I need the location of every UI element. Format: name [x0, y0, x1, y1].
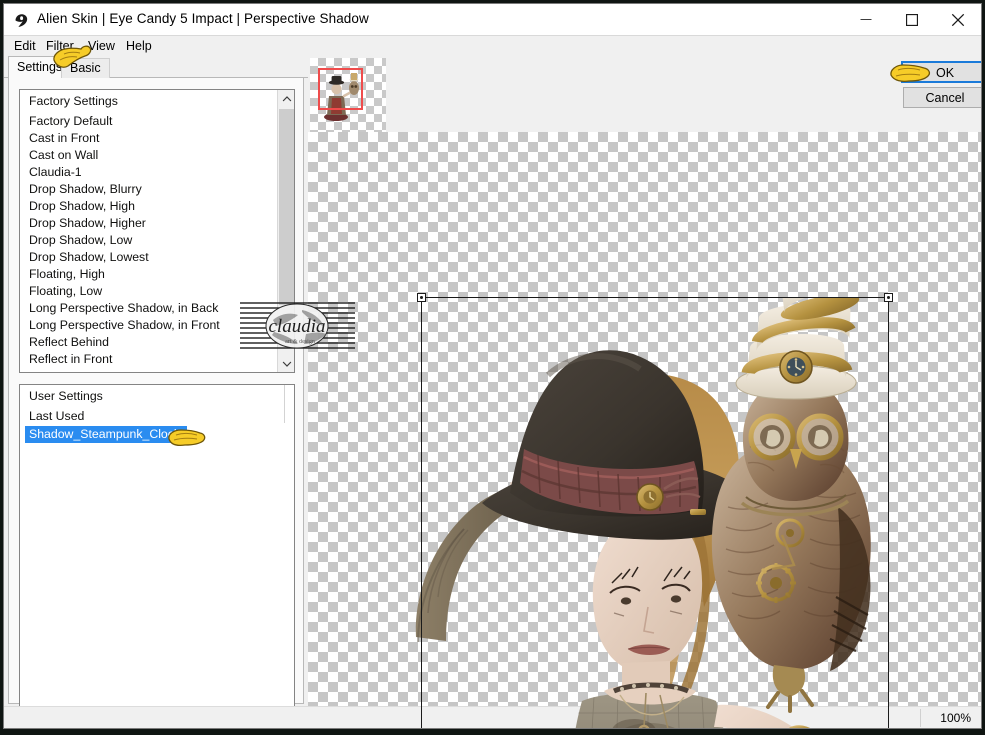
alien-skin-logo-icon [13, 12, 30, 29]
preview-canvas[interactable] [308, 132, 981, 728]
menu-item-edit[interactable]: Edit [10, 38, 40, 54]
list-item[interactable]: Factory Default [20, 113, 276, 130]
settings-panel: Settings Basic Factory Settings Factory … [4, 56, 308, 728]
close-button[interactable] [935, 4, 981, 35]
svg-text:art & design: art & design [285, 339, 315, 345]
tab-basic[interactable]: Basic [61, 58, 110, 78]
user-settings-list-items: User Settings Last Used Shadow_Steampunk… [20, 385, 284, 728]
list-item-selected[interactable]: Shadow_Steampunk_Cloclo [25, 426, 187, 443]
list-item[interactable]: Long Perspective Shadow, in Back [20, 300, 276, 317]
menu-bar: Edit Filter View Help [4, 36, 981, 56]
user-settings-list[interactable]: User Settings Last Used Shadow_Steampunk… [19, 384, 295, 728]
list-item[interactable]: Long Perspective Shadow, in Front [20, 317, 276, 334]
factory-settings-header: Factory Settings [29, 94, 118, 108]
list-item[interactable]: Drop Shadow, Low [20, 232, 276, 249]
user-list-divider [284, 385, 285, 423]
ok-button[interactable]: OK [901, 61, 981, 83]
scroll-down-arrow-icon[interactable] [278, 355, 294, 372]
tab-settings-label: Settings [17, 60, 63, 74]
list-item[interactable]: Drop Shadow, High [20, 198, 276, 215]
application-window: Alien Skin | Eye Candy 5 Impact | Perspe… [3, 3, 982, 729]
tab-strip: Settings Basic [4, 56, 308, 78]
list-item[interactable]: Floating, High [20, 266, 276, 283]
zoom-level: 100% [940, 711, 971, 725]
list-item[interactable]: Cast in Front [20, 130, 276, 147]
list-item[interactable]: Reflect in Front [20, 351, 276, 368]
menu-item-view[interactable]: View [84, 38, 119, 54]
preview-panel: Preview Background: None OK Cancel [308, 56, 981, 728]
preview-toolbar: Preview Background: None OK Cancel [308, 56, 981, 182]
list-item[interactable]: Floating, Low [20, 283, 276, 300]
list-item[interactable]: Cast on Wall [20, 147, 276, 164]
list-item[interactable]: Claudia-1 [20, 164, 276, 181]
scroll-thumb[interactable] [279, 109, 294, 305]
scroll-up-arrow-icon[interactable] [278, 90, 294, 107]
settings-panel-body: Factory Settings Factory Default Cast in… [8, 78, 304, 728]
navigator-thumbnail[interactable] [310, 58, 386, 132]
list-item[interactable]: Drop Shadow, Blurry [20, 181, 276, 198]
list-item[interactable]: Drop Shadow, Lowest [20, 249, 276, 266]
title-bar: Alien Skin | Eye Candy 5 Impact | Perspe… [4, 4, 981, 36]
preview-artwork [398, 271, 898, 728]
list-item[interactable]: Last Used [20, 408, 284, 425]
user-settings-header: User Settings [29, 389, 103, 403]
maximize-button[interactable] [889, 4, 935, 35]
minimize-button[interactable] [843, 4, 889, 35]
list-item[interactable]: Drop Shadow, Higher [20, 215, 276, 232]
menu-item-filter[interactable]: Filter [42, 38, 78, 54]
status-bar-divider [920, 709, 921, 727]
factory-settings-list-items: Factory Settings Factory Default Cast in… [20, 90, 276, 372]
watermark-text: claudia [269, 316, 326, 337]
screen-root: Alien Skin | Eye Candy 5 Impact | Perspe… [0, 0, 985, 735]
cancel-button[interactable]: Cancel [903, 87, 981, 108]
window-title: Alien Skin | Eye Candy 5 Impact | Perspe… [37, 11, 369, 26]
menu-item-help[interactable]: Help [122, 38, 156, 54]
claudia-watermark: claudia art & design [240, 300, 355, 353]
tab-basic-label: Basic [70, 61, 101, 75]
list-item[interactable]: Reflect Behind [20, 334, 276, 351]
navigator-view-rect[interactable] [318, 68, 363, 110]
